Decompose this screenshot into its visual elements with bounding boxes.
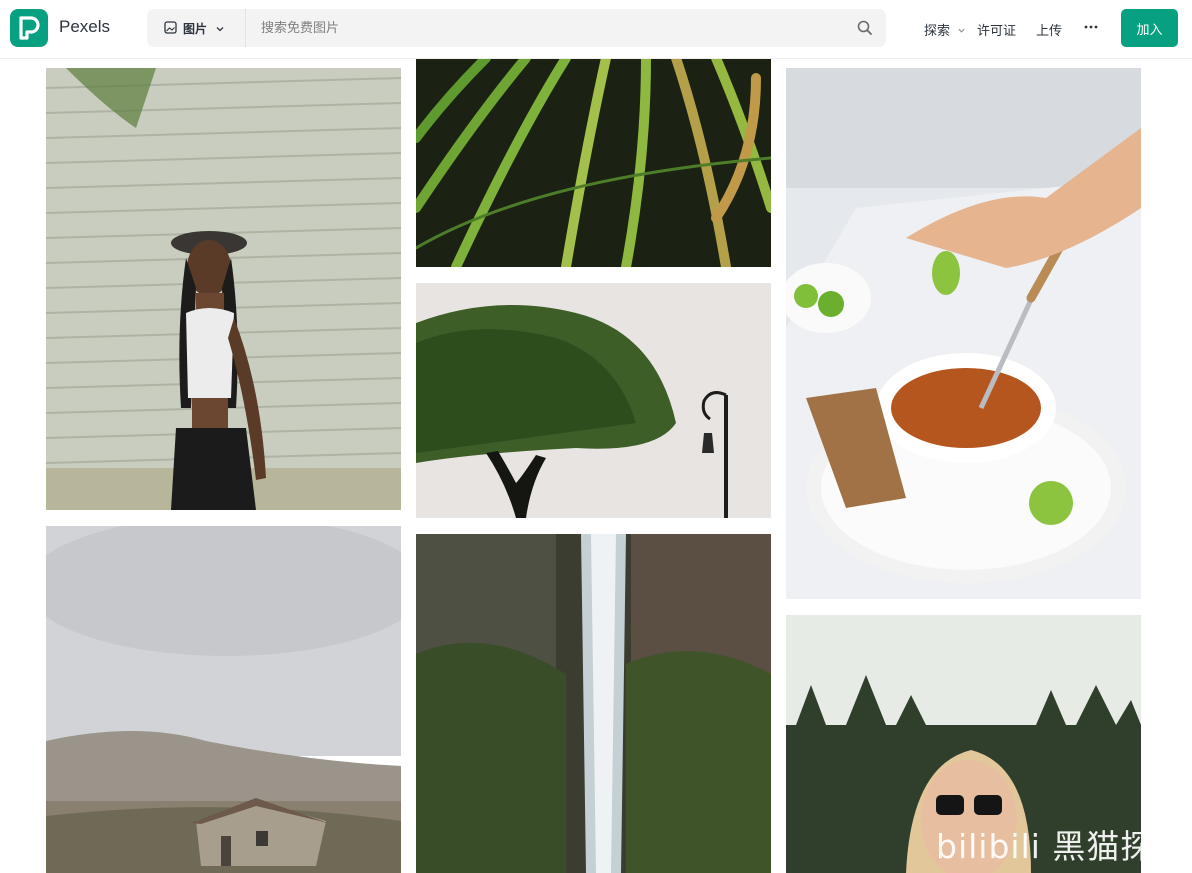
brand-name[interactable]: Pexels xyxy=(59,17,110,37)
top-navigation-bar: Pexels 图片 探索 许可证 上传 加入 xyxy=(0,0,1192,59)
pexels-logo-icon[interactable] xyxy=(10,9,48,47)
nav-upload[interactable]: 上传 xyxy=(1036,20,1062,39)
image-icon xyxy=(164,19,177,38)
join-button[interactable]: 加入 xyxy=(1121,9,1178,47)
chevron-down-icon xyxy=(957,24,966,39)
search-bar: 图片 xyxy=(147,9,886,47)
chevron-down-icon xyxy=(215,19,225,38)
photo-abandoned-house[interactable] xyxy=(46,526,401,873)
photo-palm-leaves[interactable] xyxy=(416,58,771,267)
nav-license[interactable]: 许可证 xyxy=(977,20,1016,39)
photo-bean-soup[interactable] xyxy=(786,68,1141,599)
video-watermark: bilibili 黑猫探 xyxy=(936,827,1155,866)
nav-explore[interactable]: 探索 xyxy=(924,20,966,39)
nav-explore-label: 探索 xyxy=(924,24,951,39)
search-type-label: 图片 xyxy=(183,21,208,36)
search-type-dropdown[interactable]: 图片 xyxy=(147,9,246,47)
photo-waterfall[interactable] xyxy=(416,534,771,873)
more-options-icon[interactable] xyxy=(1083,18,1099,34)
photo-tree-lamp[interactable] xyxy=(416,283,771,518)
search-input[interactable] xyxy=(253,9,849,47)
photo-woman-bucket-hat[interactable] xyxy=(46,68,401,510)
search-icon[interactable] xyxy=(856,19,874,37)
